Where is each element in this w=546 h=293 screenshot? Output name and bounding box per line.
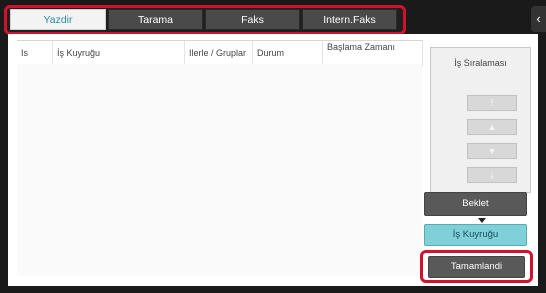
tab-internet-fax[interactable]: Intern.Faks — [302, 9, 397, 30]
wait-button[interactable]: Beklet — [424, 192, 527, 216]
column-header-progress: Ilerle / Gruplar — [185, 41, 253, 65]
complete-button[interactable]: Tamamlandi — [428, 256, 525, 278]
job-status-panel: Is İş Kuyruğu Ilerle / Gruplar Durum Baş… — [8, 34, 538, 286]
move-bottom-icon[interactable]: ⤓ — [467, 167, 517, 183]
collapse-panel-icon[interactable]: ‹ — [531, 6, 546, 32]
job-list[interactable] — [17, 64, 422, 276]
move-up-icon[interactable]: ▲ — [467, 119, 517, 135]
column-header-status: Durum — [253, 41, 323, 65]
move-down-icon[interactable]: ▼ — [467, 143, 517, 159]
job-order-label: İş Sıralaması — [454, 58, 507, 68]
mode-tabs: Yazdir Tarama Faks Intern.Faks — [10, 9, 397, 30]
tab-fax[interactable]: Faks — [205, 9, 300, 30]
job-queue-button[interactable]: İş Kuyruğu — [424, 224, 527, 246]
column-header-start-time: Başlama Zamanı — [323, 41, 423, 65]
move-top-icon[interactable]: ⤒ — [467, 95, 517, 111]
arrow-down-icon — [478, 218, 486, 223]
column-header-job-number: Is — [17, 41, 53, 65]
job-table-header: Is İş Kuyruğu Ilerle / Gruplar Durum Baş… — [17, 40, 423, 66]
tab-scan[interactable]: Tarama — [108, 9, 203, 30]
job-order-group: İş Sıralaması ⤒ ▲ ▼ ⤓ — [430, 47, 531, 193]
column-header-job-queue: İş Kuyruğu — [53, 41, 185, 65]
tab-print[interactable]: Yazdir — [10, 9, 106, 30]
